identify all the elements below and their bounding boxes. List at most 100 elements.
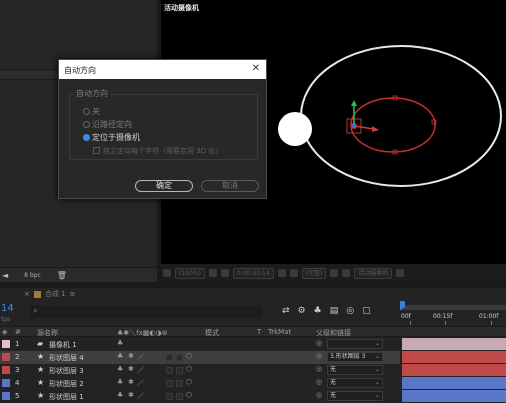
layer-row[interactable]: 4 ★ 形状图层 2 ♣ ✱ ／ ⬡ ◎ 无 ⌄ <box>0 377 400 390</box>
pick-whip-icon[interactable]: ◎ <box>316 365 322 373</box>
radio-orient-towards-camera[interactable]: 定位于摄像机 <box>83 132 140 143</box>
collapse-switch-icon[interactable]: ✱ <box>128 352 134 360</box>
layer-name[interactable]: 摄像机 1 <box>49 340 77 350</box>
transparency-grid-icon[interactable] <box>342 269 351 277</box>
view-layout-icon[interactable] <box>396 269 405 277</box>
parent-select[interactable]: 无 ⌄ <box>327 378 383 388</box>
quality-switch-icon[interactable]: ／ <box>137 378 144 388</box>
mode-column[interactable]: 模式 <box>205 328 219 338</box>
t-column[interactable]: T <box>257 328 261 336</box>
tab-composition[interactable]: 合成 1 <box>45 289 66 299</box>
panel-menu-icon[interactable]: ≡ <box>70 290 76 298</box>
layer-name[interactable]: 形状图层 2 <box>49 379 84 389</box>
roi-icon[interactable] <box>330 269 339 277</box>
close-tab-icon[interactable]: × <box>24 290 30 298</box>
collapse-switch-icon[interactable]: ✱ <box>128 378 134 386</box>
mask-icon[interactable] <box>220 269 229 277</box>
comp-mini-flowchart-icon[interactable]: ⇄ <box>282 306 290 316</box>
layer-name[interactable]: 形状图层 3 <box>49 366 84 376</box>
color-channel-icon[interactable] <box>289 269 298 277</box>
layer-row[interactable]: 3 ★ 形状图层 3 ♣ ✱ ／ ⬡ ◎ 无 ⌄ <box>0 364 400 377</box>
layer-duration-bar[interactable] <box>402 364 506 376</box>
close-icon[interactable]: ✕ <box>252 63 260 74</box>
radio-orient-along-path[interactable]: 沿路径定向 <box>83 119 132 130</box>
label-column-icon[interactable]: ◈ <box>2 328 7 336</box>
3d-layer-cube-icon[interactable]: ⬡ <box>186 352 192 360</box>
radio-circle-icon[interactable] <box>83 108 90 115</box>
source-name-column[interactable]: 源名称 <box>37 328 58 338</box>
timecode-display[interactable]: 0:00:00:14 <box>232 267 274 279</box>
dialog-title-bar[interactable]: 自动方向 ✕ <box>59 60 266 79</box>
layer-duration-bar[interactable] <box>402 377 506 389</box>
shy-switch-icon[interactable]: ♣ <box>117 391 123 399</box>
quality-switch-icon[interactable]: ／ <box>137 365 144 375</box>
shy-icon[interactable]: ♣ <box>314 306 322 316</box>
trash-icon[interactable]: 🗑 <box>57 271 67 280</box>
radio-circle-icon[interactable] <box>83 121 90 128</box>
pick-whip-icon[interactable]: ◎ <box>316 352 322 360</box>
parent-select[interactable]: ⌄ <box>327 339 383 349</box>
3d-layer-cube-icon[interactable]: ⬡ <box>186 365 192 373</box>
cancel-button[interactable]: 取消 <box>201 180 259 192</box>
layer-row[interactable]: 5 ★ 形状图层 1 ♣ ✱ ／ ⬡ ◎ 无 ⌄ <box>0 390 400 403</box>
shy-switch-icon[interactable]: ♣ <box>117 339 123 347</box>
zoom-select[interactable]: (100%) <box>175 267 205 279</box>
bit-depth-button[interactable]: 8 bpc <box>24 272 41 279</box>
layer-duration-bar[interactable] <box>402 351 506 363</box>
layer-search-input[interactable]: ⌕ <box>30 306 262 318</box>
radio-selected-icon[interactable] <box>83 134 90 141</box>
flowchart-icon[interactable]: ◄ <box>2 271 8 280</box>
layer-duration-bar[interactable] <box>402 338 506 350</box>
motion-blur-switch[interactable] <box>176 354 183 361</box>
playhead[interactable] <box>400 301 405 308</box>
shy-switch-icon[interactable]: ♣ <box>117 378 123 386</box>
collapse-switch-icon[interactable]: ✱ <box>128 391 134 399</box>
layer-duration-bar[interactable] <box>402 390 506 402</box>
adjustment-switch[interactable] <box>166 393 173 400</box>
motion-blur-switch[interactable] <box>176 393 183 400</box>
frame-blending-icon[interactable]: ▤ <box>330 306 339 316</box>
label-color-swatch[interactable] <box>2 353 10 361</box>
draft-3d-icon[interactable]: ⚙ <box>298 306 306 316</box>
label-color-swatch[interactable] <box>2 379 10 387</box>
current-time[interactable]: 14 <box>1 303 14 314</box>
trkmat-column[interactable]: TrkMat <box>268 328 291 336</box>
adjustment-switch[interactable] <box>166 354 173 361</box>
motion-blur-icon[interactable]: ◎ <box>346 306 354 316</box>
graph-editor-icon[interactable]: ▢ <box>362 306 371 316</box>
grid-icon[interactable] <box>208 269 217 277</box>
snapshot-icon[interactable] <box>277 269 286 277</box>
layer-row[interactable]: 2 ★ 形状图层 4 ♣ ✱ ／ ⬡ ◎ 3.形状图层 3 ⌄ <box>0 351 400 364</box>
time-ruler[interactable]: 00f 00:15f 01:00f <box>400 300 506 326</box>
label-color-swatch[interactable] <box>2 392 10 400</box>
parent-column[interactable]: 父级和链接 <box>316 328 351 338</box>
motion-blur-switch[interactable] <box>176 380 183 387</box>
adjustment-switch[interactable] <box>166 380 173 387</box>
work-area-bar[interactable] <box>400 305 506 310</box>
shy-switch-icon[interactable]: ♣ <box>117 352 123 360</box>
motion-blur-switch[interactable] <box>176 367 183 374</box>
switches-column-icons[interactable]: ♣✱＼fx▩◐◑⊛ <box>117 328 167 338</box>
shy-switch-icon[interactable]: ♣ <box>117 365 123 373</box>
adjustment-switch[interactable] <box>166 367 173 374</box>
pick-whip-icon[interactable]: ◎ <box>316 391 322 399</box>
toggle-icon[interactable] <box>163 269 171 277</box>
quality-switch-icon[interactable]: ／ <box>137 352 144 362</box>
quality-switch-icon[interactable]: ／ <box>137 391 144 401</box>
number-column[interactable]: # <box>15 328 21 336</box>
label-color-swatch[interactable] <box>2 366 10 374</box>
3d-layer-cube-icon[interactable]: ⬡ <box>186 391 192 399</box>
layer-row[interactable]: 1 ▰ 摄像机 1 ♣ ◎ ⌄ <box>0 338 400 351</box>
collapse-switch-icon[interactable]: ✱ <box>128 365 134 373</box>
ok-button[interactable]: 确定 <box>135 180 193 192</box>
resolution-select[interactable]: (完整) <box>301 267 327 279</box>
parent-select[interactable]: 3.形状图层 3 ⌄ <box>327 352 383 362</box>
pick-whip-icon[interactable]: ◎ <box>316 339 322 347</box>
layer-name[interactable]: 形状图层 4 <box>49 353 84 363</box>
3d-layer-cube-icon[interactable]: ⬡ <box>186 378 192 386</box>
layer-name[interactable]: 形状图层 1 <box>49 392 84 402</box>
parent-select[interactable]: 无 ⌄ <box>327 391 383 401</box>
parent-select[interactable]: 无 ⌄ <box>327 365 383 375</box>
pick-whip-icon[interactable]: ◎ <box>316 378 322 386</box>
camera-select[interactable]: 活动摄像机 <box>354 267 393 279</box>
